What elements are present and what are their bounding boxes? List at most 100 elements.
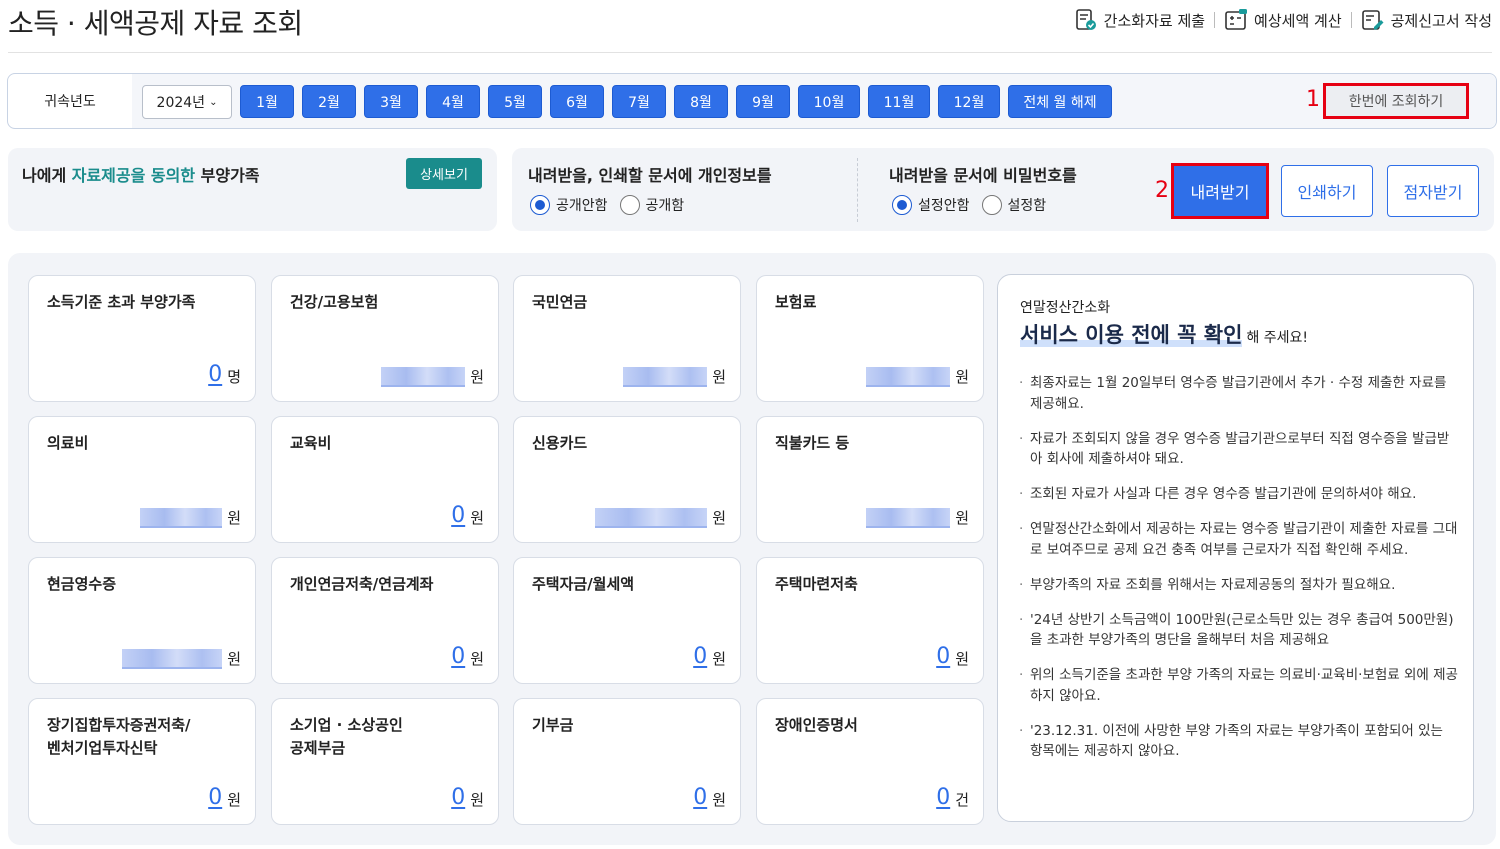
year-value: 2024년 <box>156 95 206 111</box>
card-value: 원 <box>866 508 969 528</box>
card-amount[interactable]: 0 <box>208 363 222 387</box>
card-value: 0원 <box>451 786 484 810</box>
card-title: 의료비 <box>47 434 89 452</box>
password-radio-none-label: 설정안함 <box>918 198 970 214</box>
card-unit: 원 <box>712 368 726 386</box>
consented-dependents-text: 나에게 자료제공을 동의한 부양가족 <box>22 162 260 186</box>
deduction-card[interactable]: 주택자금/월세액 0 원 <box>513 557 741 684</box>
masked-amount[interactable] <box>122 649 223 669</box>
masked-amount[interactable] <box>140 508 223 528</box>
top-links: 간소화자료 제출 예상세액 계산 공제신고서 작성 <box>1074 8 1492 32</box>
month-button-7[interactable]: 7월 <box>612 85 666 118</box>
deduction-card[interactable]: 현금영수증 원 <box>28 557 256 684</box>
notice-heading: 서비스 이용 전에 꼭 확인 해 주세요! <box>1020 319 1308 349</box>
deduction-card[interactable]: 건강/고용보험원 <box>271 275 499 402</box>
notice-heading-main: 서비스 이용 전에 꼭 확인 <box>1020 323 1243 347</box>
card-value: 원 <box>140 508 241 528</box>
deduction-card[interactable]: 직불카드 등원 <box>756 416 984 543</box>
masked-amount[interactable] <box>623 367 708 387</box>
detail-view-button[interactable]: 상세보기 <box>406 158 482 189</box>
deduction-card[interactable]: 의료비원 <box>28 416 256 543</box>
card-amount[interactable]: 0 <box>936 786 950 810</box>
masked-amount[interactable] <box>381 367 466 387</box>
password-radio-set[interactable] <box>981 195 1002 215</box>
deduction-card[interactable]: 국민연금원 <box>513 275 741 402</box>
month-buttons: 1월 2월 3월 4월 5월 6월 7월 8월 9월 10월 11월 12월 전… <box>240 85 1120 118</box>
card-title: 소기업 · 소상공인 공제부금 <box>290 716 403 757</box>
deduction-card[interactable]: 소기업 · 소상공인 공제부금 0 원 <box>271 698 499 825</box>
card-amount[interactable]: 0 <box>693 786 707 810</box>
deduction-card[interactable]: 소득기준 초과 부양가족 0 명 <box>28 275 256 402</box>
print-button[interactable]: 인쇄하기 <box>1281 165 1373 217</box>
card-title: 교육비 <box>290 434 332 452</box>
masked-amount[interactable] <box>595 508 708 528</box>
notice-heading-suffix: 해 주세요! <box>1246 330 1309 346</box>
year-select[interactable]: 2024년 ⌄ <box>142 85 232 119</box>
notice-item: 연말정산간소화에서 제공하는 자료는 영수증 발급기관이 제출한 자료를 그대로… <box>1018 519 1458 560</box>
notice-item: 위의 소득기준을 초과한 부양 가족의 자료는 의료비·교육비·보험료 외에 제… <box>1018 665 1458 706</box>
card-title: 직불카드 등 <box>775 434 850 452</box>
month-button-10[interactable]: 10월 <box>798 85 860 118</box>
braille-button[interactable]: 점자받기 <box>1387 165 1479 217</box>
masked-amount[interactable] <box>866 367 951 387</box>
notice-item: 자료가 조회되지 않을 경우 영수증 발급기관으로부터 직접 영수증을 발급받아… <box>1018 429 1458 470</box>
card-unit: 명 <box>227 368 241 386</box>
card-title: 개인연금저축/연금계좌 <box>290 575 434 593</box>
notice-item: '24년 상반기 소득금액이 100만원(근로소득만 있는 경우 총급여 500… <box>1018 610 1458 651</box>
privacy-radio-hide[interactable] <box>530 195 550 215</box>
deduction-card[interactable]: 장기집합투자증권저축/ 벤처기업투자신탁 0 원 <box>28 698 256 825</box>
card-value: 0원 <box>451 504 484 528</box>
deduction-card[interactable]: 개인연금저축/연금계좌 0 원 <box>271 557 499 684</box>
card-unit: 원 <box>227 791 241 809</box>
estimated-tax-link[interactable]: 예상세액 계산 <box>1224 8 1342 32</box>
card-title: 보험료 <box>775 293 817 311</box>
masked-amount[interactable] <box>866 508 951 528</box>
deduction-form-link[interactable]: 공제신고서 작성 <box>1361 8 1492 32</box>
card-amount[interactable]: 0 <box>208 786 222 810</box>
deduction-card[interactable]: 보험료 원 <box>756 275 984 402</box>
card-amount[interactable]: 0 <box>936 645 950 669</box>
card-amount[interactable]: 0 <box>451 786 465 810</box>
consented-dependents-panel: 나에게 자료제공을 동의한 부양가족 상세보기 <box>8 148 497 231</box>
card-title: 주택자금/월세액 <box>532 575 635 593</box>
privacy-radio-show-label: 공개함 <box>645 198 685 214</box>
month-button-3[interactable]: 3월 <box>364 85 418 118</box>
clear-all-months-button[interactable]: 전체 월 해제 <box>1008 85 1112 118</box>
month-button-4[interactable]: 4월 <box>426 85 480 118</box>
deduction-form-label: 공제신고서 작성 <box>1390 11 1492 30</box>
deduction-card[interactable]: 신용카드 원 <box>513 416 741 543</box>
card-title: 건강/고용보험 <box>290 293 379 311</box>
privacy-radio-group: 공개안함 공개함 <box>530 195 696 215</box>
deduction-card[interactable]: 교육비 0 원 <box>271 416 499 543</box>
options-divider <box>857 158 858 222</box>
card-amount[interactable]: 0 <box>451 504 465 528</box>
card-title: 국민연금 <box>532 293 588 311</box>
card-value: 원 <box>381 367 484 387</box>
password-radio-group: 설정안함 설정함 <box>892 195 1058 215</box>
annotation-marker-2: 2 <box>1155 178 1169 203</box>
month-button-6[interactable]: 6월 <box>550 85 604 118</box>
query-all-button[interactable]: 한번에 조회하기 <box>1323 83 1469 119</box>
notice-subtitle: 연말정산간소화 <box>1020 300 1111 316</box>
month-button-12[interactable]: 12월 <box>938 85 1000 118</box>
password-radio-none[interactable] <box>892 195 912 215</box>
deduction-card[interactable]: 기부금 0 원 <box>513 698 741 825</box>
download-button-label: 내려받기 <box>1190 183 1250 202</box>
card-unit: 원 <box>712 791 726 809</box>
header-divider <box>8 52 1492 53</box>
download-button[interactable]: 내려받기 <box>1171 163 1269 219</box>
deduction-card[interactable]: 장애인증명서 0 건 <box>756 698 984 825</box>
month-button-9[interactable]: 9월 <box>736 85 790 118</box>
card-amount[interactable]: 0 <box>693 645 707 669</box>
month-button-8[interactable]: 8월 <box>674 85 728 118</box>
card-unit: 원 <box>227 509 241 527</box>
card-value: 원 <box>122 649 241 669</box>
month-button-2[interactable]: 2월 <box>302 85 356 118</box>
privacy-radio-show[interactable] <box>619 195 640 215</box>
card-amount[interactable]: 0 <box>451 645 465 669</box>
month-button-5[interactable]: 5월 <box>488 85 542 118</box>
deduction-card[interactable]: 주택마련저축 0 원 <box>756 557 984 684</box>
month-button-1[interactable]: 1월 <box>240 85 294 118</box>
month-button-11[interactable]: 11월 <box>868 85 930 118</box>
submit-simplified-data-link[interactable]: 간소화자료 제출 <box>1074 8 1205 32</box>
